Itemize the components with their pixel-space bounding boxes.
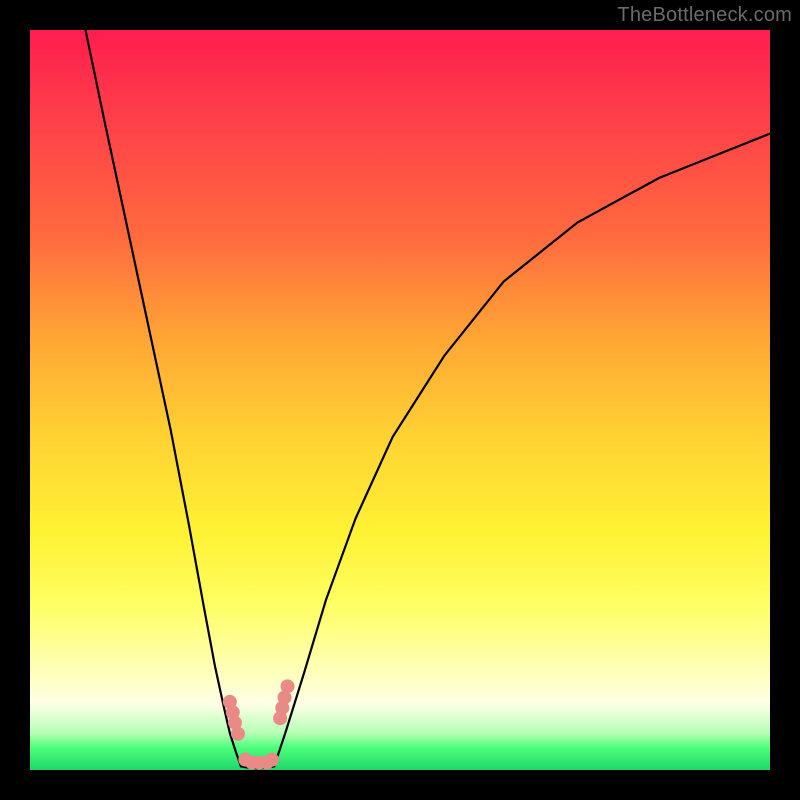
curve-left-branch [86, 30, 241, 766]
curve-right-branch [274, 134, 770, 767]
data-marker [281, 680, 294, 693]
data-marker [231, 727, 244, 740]
chart-frame: TheBottleneck.com [0, 0, 800, 800]
data-marker [265, 753, 278, 766]
watermark-text: TheBottleneck.com [617, 4, 792, 27]
marker-group [223, 680, 294, 769]
curve-layer [30, 30, 770, 770]
plot-area [30, 30, 770, 770]
